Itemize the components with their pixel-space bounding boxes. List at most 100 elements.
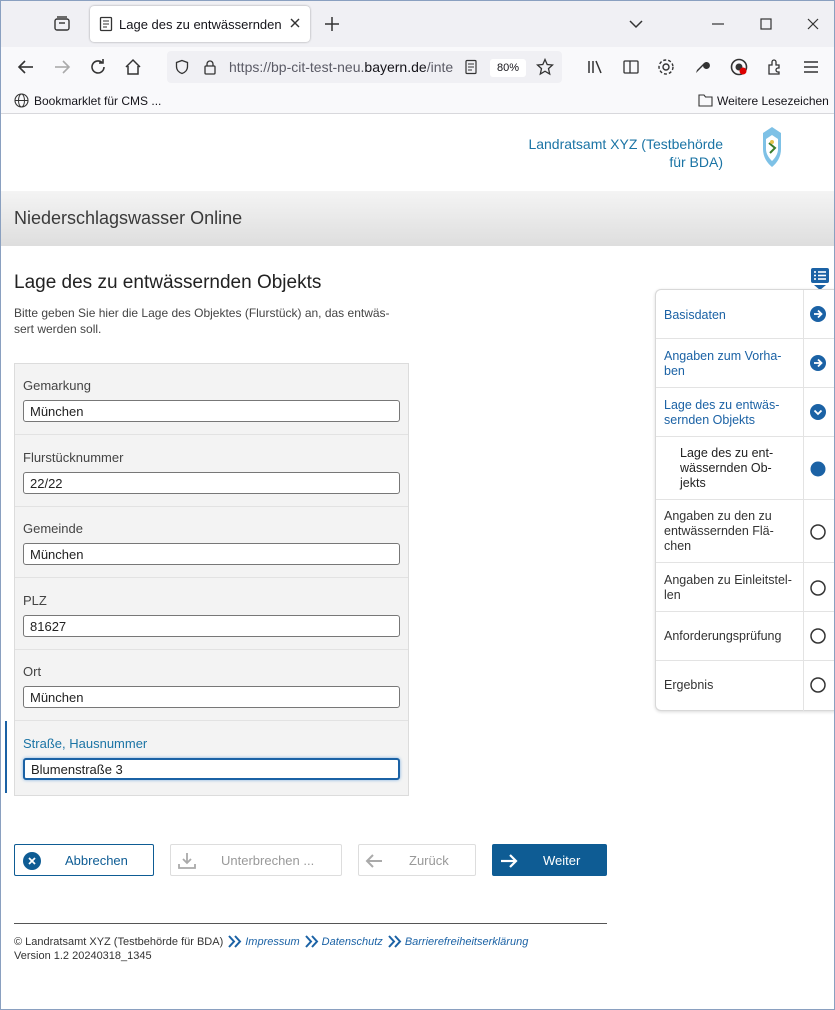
plz-input[interactable]	[23, 615, 400, 637]
back-label: Zurück	[409, 853, 449, 868]
new-tab-icon[interactable]	[322, 14, 342, 34]
substep-lage-objekt[interactable]: Lage des zu ent-wässernden Ob-jekts	[656, 437, 834, 500]
back-button[interactable]: Zurück	[358, 844, 476, 876]
empty-circle-icon	[810, 677, 826, 693]
step-ergebnis[interactable]: Ergebnis	[656, 661, 834, 711]
tab-manager-icon[interactable]	[51, 13, 73, 35]
empty-circle-icon	[810, 628, 826, 644]
settings-gear-icon[interactable]	[656, 57, 676, 77]
tab-title: Lage des zu entwässernden Objekts	[119, 17, 282, 32]
cancel-label: Abbrechen	[65, 853, 128, 868]
page-icon	[99, 16, 113, 32]
step-lage-objekt[interactable]: Lage des zu entwäs-sernden Objekts	[656, 388, 834, 437]
shield-icon[interactable]	[174, 59, 190, 75]
field-label: Straße, Hausnummer	[23, 736, 148, 751]
url-text[interactable]: https://bp-cit-test-neu.bayern.de/inte	[229, 59, 454, 75]
ort-input[interactable]	[23, 686, 400, 708]
step-angaben-vorhaben[interactable]: Angaben zum Vorha-ben	[656, 339, 834, 388]
form-row-gemarkung: Gemarkung	[15, 364, 408, 435]
page-intro: Bitte geben Sie hier die Lage des Objekt…	[14, 306, 390, 336]
form-row-strasse: Straße, Hausnummer	[15, 722, 408, 793]
interrupt-label: Unterbrechen ...	[221, 853, 315, 868]
datenschutz-link[interactable]: Datenschutz	[322, 936, 383, 948]
extension-avatar-icon[interactable]	[729, 57, 749, 77]
step-einleitstellen[interactable]: Angaben zu Einleitstel-len	[656, 563, 834, 612]
step-label: Basisdaten	[664, 308, 726, 322]
active-tab[interactable]: Lage des zu entwässernden Objekts	[90, 6, 310, 42]
step-basisdaten[interactable]: Basisdaten	[656, 290, 834, 339]
navigation-bar: https://bp-cit-test-neu.bayern.de/inte 8…	[1, 47, 834, 87]
list-toggle-icon[interactable]	[810, 267, 830, 291]
field-label: Ort	[23, 664, 42, 679]
location-form: Gemarkung Flurstücknummer Gemeinde PLZ O…	[14, 363, 409, 796]
strasse-hausnummer-input[interactable]	[23, 758, 400, 780]
empty-circle-icon	[810, 580, 826, 596]
minimize-icon[interactable]	[709, 15, 727, 33]
tab-list-chevron-icon[interactable]	[627, 15, 645, 33]
back-arrow-icon[interactable]	[16, 57, 36, 77]
wrench-icon[interactable]	[692, 57, 712, 77]
globe-icon	[14, 93, 29, 108]
browser-window: Lage des zu entwässernden Objekts	[0, 0, 835, 1010]
active-field-marker	[5, 721, 7, 793]
double-chevron-icon	[228, 935, 242, 948]
tab-bar: Lage des zu entwässernden Objekts	[1, 1, 834, 47]
footer-divider	[14, 923, 607, 924]
step-navigation: Basisdaten Angaben zum Vorha-ben Lage de…	[655, 289, 834, 711]
field-label: Flurstücknummer	[23, 450, 124, 465]
interrupt-button[interactable]: Unterbrechen ...	[170, 844, 342, 876]
footer: © Landratsamt XYZ (Testbehörde für BDA) I…	[14, 935, 528, 948]
forward-arrow-icon[interactable]	[52, 57, 72, 77]
zoom-indicator[interactable]: 80%	[490, 59, 526, 77]
step-label: Angaben zu den zu entwässernden Flä-chen	[664, 509, 774, 553]
close-tab-icon[interactable]	[288, 16, 302, 30]
cancel-button[interactable]: Abbrechen	[14, 844, 154, 876]
arrow-left-icon	[365, 854, 382, 868]
double-chevron-icon	[304, 935, 319, 948]
arrow-circle-right-icon	[810, 306, 826, 322]
next-button[interactable]: Weiter	[492, 844, 607, 876]
step-label: Angaben zu Einleitstel-len	[664, 573, 792, 602]
extensions-puzzle-icon[interactable]	[765, 57, 785, 77]
copyright-text: © Landratsamt XYZ (Testbehörde für BDA)	[14, 936, 224, 948]
barrierefreiheit-link[interactable]: Barrierefreiheitserklärung	[405, 936, 529, 948]
step-label: Ergebnis	[664, 678, 714, 692]
empty-circle-icon	[810, 524, 826, 540]
form-row-ort: Ort	[15, 650, 408, 721]
lock-icon[interactable]	[202, 59, 218, 75]
app-title: Niederschlagswasser Online	[14, 208, 243, 228]
reload-icon[interactable]	[88, 57, 108, 77]
gemarkung-input[interactable]	[23, 400, 400, 422]
page-title: Lage des zu entwässernden Objekts	[14, 272, 322, 293]
app-header-bar: Niederschlagswasser Online	[1, 191, 834, 246]
flurstuecknummer-input[interactable]	[23, 472, 400, 494]
maximize-icon[interactable]	[757, 15, 775, 33]
step-anforderungspruefung[interactable]: Anforderungsprüfung	[656, 612, 834, 661]
address-bar[interactable]: https://bp-cit-test-neu.bayern.de/inte 8…	[167, 51, 562, 83]
form-row-plz: PLZ	[15, 579, 408, 650]
menu-hamburger-icon[interactable]	[801, 57, 821, 77]
folder-icon	[698, 94, 713, 107]
impressum-link[interactable]: Impressum	[245, 936, 299, 948]
gemeinde-input[interactable]	[23, 543, 400, 565]
bookmarks-bar: Bookmarklet für CMS ... Weitere Lesezeic…	[1, 87, 834, 114]
field-label: PLZ	[23, 593, 47, 608]
step-angaben-flaechen[interactable]: Angaben zu den zu entwässernden Flä-chen	[656, 500, 834, 563]
bookmark-star-icon[interactable]	[536, 58, 554, 76]
arrow-right-icon	[501, 854, 518, 868]
step-label: Angaben zum Vorha-ben	[664, 349, 782, 378]
field-label: Gemarkung	[23, 378, 91, 393]
home-icon[interactable]	[123, 57, 143, 77]
library-icon[interactable]	[585, 57, 605, 77]
form-row-gemeinde: Gemeinde	[15, 507, 408, 578]
arrow-circle-right-icon	[810, 355, 826, 371]
authority-name: Landratsamt XYZ (Testbehörde für BDA)	[528, 136, 723, 170]
version-text: Version 1.2 20240318_1345	[14, 950, 152, 962]
sidebar-toggle-icon[interactable]	[621, 57, 641, 77]
bookmark-cms[interactable]: Bookmarklet für CMS ...	[34, 94, 161, 108]
bavaria-coat-of-arms-logo	[763, 127, 781, 167]
reader-view-icon[interactable]	[463, 59, 479, 75]
close-window-icon[interactable]	[804, 15, 822, 33]
other-bookmarks[interactable]: Weitere Lesezeichen	[717, 94, 829, 108]
form-row-flurstuecknummer: Flurstücknummer	[15, 436, 408, 507]
